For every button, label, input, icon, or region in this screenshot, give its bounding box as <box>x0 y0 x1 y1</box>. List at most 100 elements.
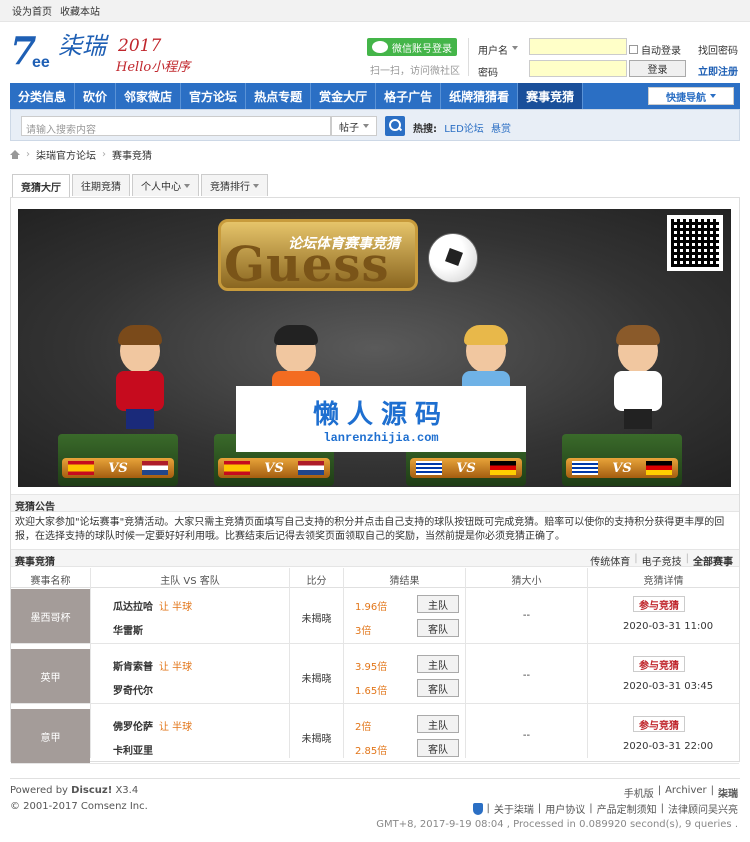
chevron-down-icon[interactable] <box>512 46 518 50</box>
nav-item-card-guess[interactable]: 纸牌猜猜看 <box>441 83 519 109</box>
header: 7 ee 柒瑞 2017 Hello小程序 微信账号登录 扫一扫，访问微社区 用… <box>0 22 750 82</box>
pick-away-button[interactable]: 客队 <box>417 739 459 757</box>
uruguay-flag-icon <box>416 461 442 475</box>
handicap: 让 半球 <box>159 722 193 733</box>
soccer-ball-icon <box>428 233 478 283</box>
vs-label: VS <box>456 460 476 476</box>
divider <box>468 38 469 76</box>
pick-home-button[interactable]: 主队 <box>417 715 459 733</box>
home-odds: 2倍 <box>355 722 372 733</box>
match-time: 2020-03-31 22:00 <box>623 741 714 752</box>
join-guess-button[interactable]: 参与竞猜 <box>633 656 685 672</box>
discuz-version: X3.4 <box>115 785 139 796</box>
pick-away-button[interactable]: 客队 <box>417 619 459 637</box>
chevron-down-icon <box>710 94 716 98</box>
search-type-select[interactable]: 帖子 <box>331 116 377 136</box>
home-odds: 3.95倍 <box>355 662 388 673</box>
match-filters: 传统体育 | 电子竞技 | 全部赛事 <box>590 553 733 568</box>
footer-link-about[interactable]: 关于柒瑞 <box>494 801 534 816</box>
bookmark-link[interactable]: 收藏本站 <box>60 3 100 18</box>
away-odds: 3倍 <box>355 626 372 637</box>
footer-link-archiver[interactable]: Archiver <box>665 785 707 800</box>
tab-hall[interactable]: 竞猜大厅 <box>12 174 70 197</box>
footer-link-custom[interactable]: 产品定制须知 <box>597 801 657 816</box>
join-guess-button[interactable]: 参与竞猜 <box>633 596 685 612</box>
footer-link-agreement[interactable]: 用户协议 <box>545 801 585 816</box>
pick-home-button[interactable]: 主队 <box>417 595 459 613</box>
bigsmall-cell: -- <box>522 730 531 741</box>
tab-personal[interactable]: 个人中心 <box>132 174 199 196</box>
logo-hello: Hello小程序 <box>116 60 191 75</box>
nav-item-match-guess[interactable]: 赛事竞猜 <box>518 83 584 109</box>
nav-item-grid-ads[interactable]: 格子广告 <box>376 83 442 109</box>
discuz-link[interactable]: Discuz! <box>71 785 112 796</box>
hot-search-label: 热搜: <box>413 124 437 135</box>
breadcrumb-current: 赛事竞猜 <box>112 151 152 162</box>
footer-links-top: 手机版 | Archiver | 柒瑞 <box>623 785 738 800</box>
nav-item-bounty[interactable]: 赏金大厅 <box>311 83 377 109</box>
wechat-icon <box>372 41 388 53</box>
hot-search-link-bounty[interactable]: 悬赏 <box>491 124 511 135</box>
autologin-label: 自动登录 <box>641 46 681 57</box>
search-button[interactable] <box>385 116 405 136</box>
hot-search-link-led[interactable]: LED论坛 <box>444 124 484 135</box>
matches-title-text: 赛事竞猜 <box>15 557 55 568</box>
league-cell: 墨西哥杯 <box>11 589 90 643</box>
table-row: 墨西哥杯 瓜达拉哈让 半球 华雷斯 未揭晓 1.96倍 3倍 主队 客队 -- … <box>11 589 739 644</box>
pick-away-button[interactable]: 客队 <box>417 679 459 697</box>
tab-past[interactable]: 往期竞猜 <box>72 174 130 196</box>
tab-bar: 竞猜大厅 往期竞猜 个人中心 竞猜排行 <box>12 174 268 197</box>
home-team-name: 瓜达拉哈 <box>113 602 153 613</box>
col-league: 赛事名称 <box>30 576 71 587</box>
tab-personal-label: 个人中心 <box>141 182 181 193</box>
nav-item-forum[interactable]: 官方论坛 <box>181 83 247 109</box>
tab-ranking[interactable]: 竞猜排行 <box>201 174 268 196</box>
password-input[interactable] <box>529 60 627 77</box>
home-icon[interactable] <box>10 150 20 159</box>
uruguay-flag-icon <box>572 461 598 475</box>
filter-esports[interactable]: 电子竞技 <box>642 553 682 568</box>
login-button[interactable]: 登录 <box>629 60 686 77</box>
chevron-down-icon <box>363 124 369 128</box>
find-password-link[interactable]: 找回密码 <box>698 42 738 57</box>
username-input[interactable] <box>529 38 627 55</box>
search-type-label: 帖子 <box>339 122 359 134</box>
away-team: 卡利亚里 <box>113 746 153 757</box>
tab-ranking-label: 竞猜排行 <box>210 182 250 193</box>
quick-nav-label: 快捷导航 <box>666 92 706 104</box>
autologin-checkbox[interactable]: 自动登录 <box>629 42 681 57</box>
footer-link-mobile[interactable]: 手机版 <box>624 785 654 800</box>
vs-label: VS <box>264 460 284 476</box>
nav-item-bargain[interactable]: 砍价 <box>75 83 117 109</box>
breadcrumb-forum[interactable]: 柒瑞官方论坛 <box>36 147 96 162</box>
wechat-login-button[interactable]: 微信账号登录 <box>367 38 457 56</box>
score-cell: 未揭晓 <box>301 614 332 625</box>
nav-item-shop[interactable]: 邻家微店 <box>116 83 182 109</box>
filter-all[interactable]: 全部赛事 <box>693 553 733 568</box>
qr-code-icon <box>667 215 723 271</box>
announce-title: 竞猜公告 <box>11 494 739 513</box>
footer-link-legal[interactable]: 法律顾问吴兴亮 <box>668 801 738 816</box>
top-bar: 设为首页 收藏本站 <box>0 0 750 22</box>
footer-link-site[interactable]: 柒瑞 <box>718 785 738 800</box>
checkbox-icon[interactable] <box>629 45 638 54</box>
search-input[interactable]: 请输入搜索内容 <box>21 116 331 136</box>
shield-icon[interactable] <box>472 802 483 815</box>
nav-item-topics[interactable]: 热点专题 <box>246 83 312 109</box>
copyright-years: © 2001-2017 <box>10 801 78 812</box>
quick-nav-button[interactable]: 快捷导航 <box>648 87 734 105</box>
set-home-link[interactable]: 设为首页 <box>12 3 52 18</box>
join-guess-button[interactable]: 参与竞猜 <box>633 716 685 732</box>
home-team-name: 佛罗伦萨 <box>113 722 153 733</box>
home-team-name: 斯肯索普 <box>113 662 153 673</box>
footer: Powered by Discuz! X3.4 © 2001-2017 Coms… <box>10 778 740 830</box>
register-link[interactable]: 立即注册 <box>698 63 738 78</box>
bigsmall-cell: -- <box>522 610 531 621</box>
nav-item-classifieds[interactable]: 分类信息 <box>10 83 76 109</box>
announce-title-text: 竞猜公告 <box>15 502 55 513</box>
filter-traditional[interactable]: 传统体育 <box>590 553 630 568</box>
away-team: 罗奇代尔 <box>113 686 153 697</box>
league-cell: 意甲 <box>11 709 90 763</box>
pick-home-button[interactable]: 主队 <box>417 655 459 673</box>
company-link[interactable]: Comsenz Inc. <box>81 801 148 812</box>
